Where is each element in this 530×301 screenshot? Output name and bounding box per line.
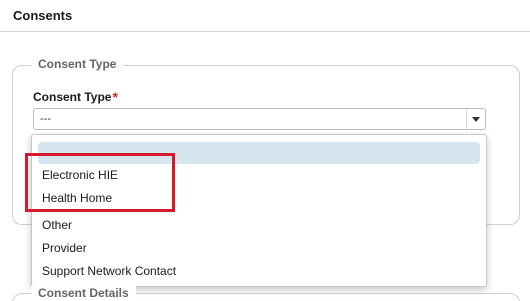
select-caret-button[interactable] bbox=[466, 109, 485, 129]
consents-page: Consents Consent Type Consent Type* --- … bbox=[0, 0, 530, 301]
consent-type-legend: Consent Type bbox=[31, 57, 124, 71]
option-electronic-hie[interactable]: Electronic HIE bbox=[38, 164, 480, 186]
option-health-home[interactable]: Health Home bbox=[38, 187, 480, 209]
consent-type-select-value: --- bbox=[40, 113, 51, 125]
consent-type-dropdown-list: --- Electronic HIE Health Home Other Pro… bbox=[31, 134, 487, 287]
option-empty[interactable]: --- bbox=[38, 142, 480, 164]
option-support-network-contact[interactable]: Support Network Contact bbox=[38, 260, 480, 282]
option-provider[interactable]: Provider bbox=[38, 237, 480, 259]
consent-type-label-text: Consent Type bbox=[33, 90, 112, 104]
consent-details-legend: Consent Details bbox=[31, 286, 136, 300]
option-other[interactable]: Other bbox=[38, 214, 480, 236]
consent-type-select[interactable]: --- bbox=[33, 108, 486, 130]
required-marker: * bbox=[112, 89, 118, 105]
consent-type-label: Consent Type* bbox=[33, 88, 118, 105]
page-title: Consents bbox=[13, 8, 73, 23]
caret-down-icon bbox=[472, 116, 480, 122]
title-divider bbox=[0, 31, 530, 32]
